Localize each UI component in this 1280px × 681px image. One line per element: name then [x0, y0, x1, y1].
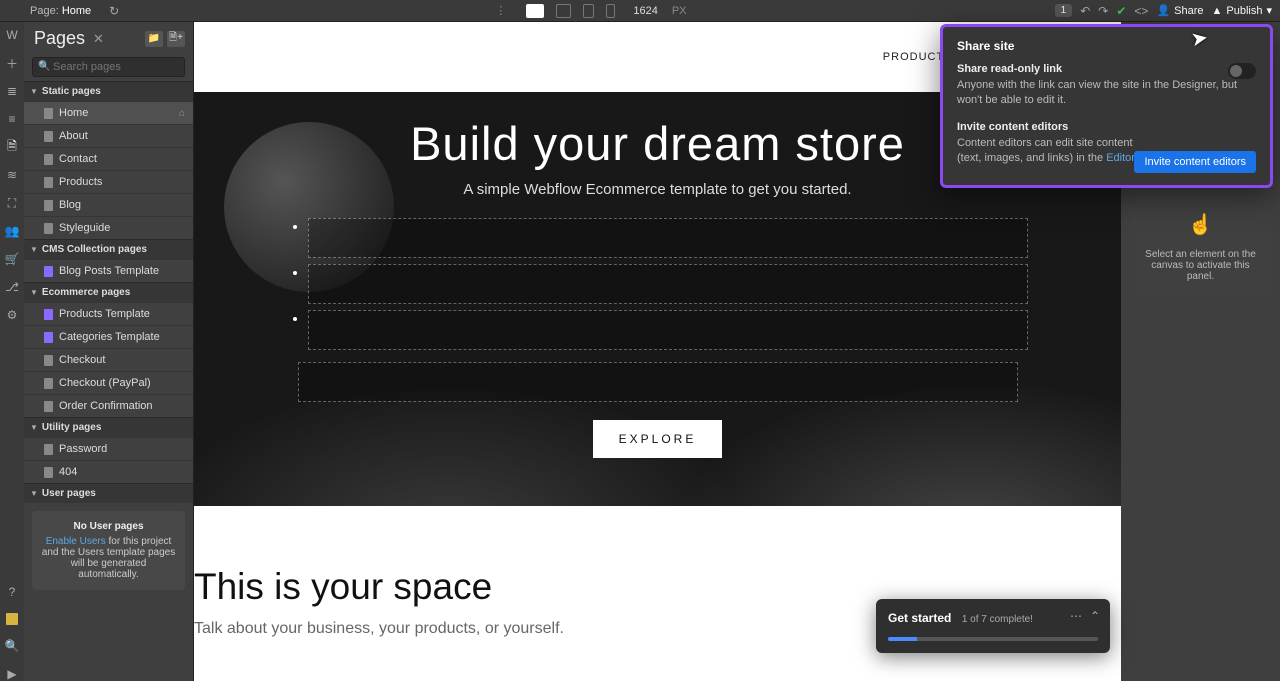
viewport-phone-icon[interactable]	[606, 4, 615, 18]
add-element-icon[interactable]: ＋	[5, 56, 19, 70]
page-item-home[interactable]: Home⌂	[24, 101, 193, 124]
undo-icon[interactable]: ↶	[1080, 4, 1090, 18]
hero-subtitle[interactable]: A simple Webflow Ecommerce template to g…	[463, 181, 851, 198]
navigator-icon[interactable]: ≣	[5, 84, 19, 98]
audit-icon[interactable]	[6, 613, 18, 625]
page-item-products[interactable]: Products	[24, 170, 193, 193]
new-page-button[interactable]: 🗎+	[167, 31, 185, 47]
group-utility-pages[interactable]: ▼Utility pages	[24, 417, 193, 437]
logic-icon[interactable]: ⎇	[5, 280, 19, 294]
help-icon[interactable]: ?	[5, 585, 19, 599]
share-readonly-title: Share read-only link	[957, 63, 1256, 75]
invite-editors-title: Invite content editors	[957, 121, 1256, 133]
hero-list[interactable]	[288, 212, 1028, 356]
group-static-pages[interactable]: ▼Static pages	[24, 81, 193, 101]
new-folder-button[interactable]: 📁	[145, 31, 163, 47]
search-icon[interactable]: 🔍	[5, 639, 19, 653]
publish-button[interactable]: ▲Publish ▾	[1212, 4, 1273, 17]
webflow-logo-icon[interactable]: W	[5, 28, 19, 42]
ecommerce-icon[interactable]: 🛒	[5, 252, 19, 266]
group-cms-pages[interactable]: ▼CMS Collection pages	[24, 239, 193, 259]
share-readonly-desc: Anyone with the link can view the site i…	[957, 78, 1256, 109]
current-page-name[interactable]: Home	[62, 5, 91, 17]
notification-badge[interactable]: 1	[1055, 4, 1073, 17]
page-item-products-template[interactable]: Products Template	[24, 302, 193, 325]
no-user-pages-notice: No User pages Enable Users for this proj…	[32, 511, 185, 590]
tutorial-title: Get started	[888, 611, 951, 625]
chevron-down-icon: ▾	[1266, 4, 1272, 17]
share-readonly-toggle[interactable]	[1228, 63, 1256, 79]
users-icon[interactable]: ⛶	[5, 196, 19, 210]
hero-title[interactable]: Build your dream store	[410, 116, 905, 171]
explore-button[interactable]: EXPLORE	[593, 420, 723, 458]
code-icon[interactable]: <>	[1134, 4, 1148, 18]
canvas-unit: PX	[672, 5, 687, 17]
editor-link[interactable]: Editor	[1106, 152, 1134, 164]
invite-content-editors-button[interactable]: Invite content editors	[1134, 151, 1256, 173]
viewport-desktop-icon[interactable]	[526, 4, 544, 18]
page-item-password[interactable]: Password	[24, 437, 193, 460]
video-icon[interactable]: ▶	[5, 667, 19, 681]
status-ok-icon[interactable]: ✔	[1116, 4, 1126, 18]
page-item-blog[interactable]: Blog	[24, 193, 193, 216]
chevron-down-icon: ▼	[30, 288, 38, 297]
pages-panel-title: Pages	[34, 28, 85, 49]
tutorial-more-icon[interactable]: ⋯	[1070, 609, 1082, 623]
page-item-order-confirmation[interactable]: Order Confirmation	[24, 394, 193, 417]
more-menu-icon[interactable]: ⋮	[487, 4, 514, 17]
page-item-about[interactable]: About	[24, 124, 193, 147]
group-ecommerce-pages[interactable]: ▼Ecommerce pages	[24, 282, 193, 302]
tutorial-collapse-icon[interactable]: ⌃	[1090, 609, 1100, 623]
chevron-down-icon: ▼	[30, 245, 38, 254]
settings-icon[interactable]: ⚙	[5, 308, 19, 322]
share-site-popover: Share site Share read-only link Anyone w…	[940, 24, 1273, 188]
search-icon: 🔍	[38, 61, 50, 72]
viewport-tablet-landscape-icon[interactable]	[583, 4, 594, 18]
hero-full-box[interactable]	[298, 362, 1018, 402]
page-item-styleguide[interactable]: Styleguide	[24, 216, 193, 239]
page-label: Page: Home	[0, 5, 99, 17]
chevron-down-icon: ▼	[30, 423, 38, 432]
enable-users-link[interactable]: Enable Users	[46, 536, 106, 547]
pages-panel: Pages ✕ 📁 🗎+ 🔍 ▼Static pages Home⌂ About…	[24, 22, 194, 681]
assets-icon[interactable]: 👥	[5, 224, 19, 238]
page-item-checkout-paypal[interactable]: Checkout (PayPal)	[24, 371, 193, 394]
hero-list-item[interactable]	[308, 218, 1028, 258]
pages-search-input[interactable]	[32, 57, 185, 77]
share-button[interactable]: 👤Share	[1156, 4, 1203, 17]
hero-list-item[interactable]	[308, 310, 1028, 350]
hero-list-item[interactable]	[308, 264, 1028, 304]
top-bar: Page: Home ↻ ⋮ 1624 PX 1 ↶ ↷ ✔ <> 👤Share…	[0, 0, 1280, 22]
pointer-icon: ☝	[1141, 212, 1260, 237]
viewport-tablet-icon[interactable]	[556, 4, 571, 18]
chevron-down-icon: ▼	[30, 489, 38, 498]
chevron-down-icon: ▼	[30, 87, 38, 96]
home-icon: ⌂	[179, 108, 185, 119]
tutorial-progress-bar	[888, 637, 1098, 641]
user-icon: 👤	[1156, 4, 1170, 17]
components-icon[interactable]: ≡	[5, 112, 19, 126]
page-item-contact[interactable]: Contact	[24, 147, 193, 170]
cms-icon[interactable]: ≋	[5, 168, 19, 182]
left-tool-rail: W ＋ ≣ ≡ 🗎 ≋ ⛶ 👥 🛒 ⎇ ⚙ ? 🔍 ▶	[0, 22, 24, 681]
tutorial-progress-label: 1 of 7 complete!	[962, 614, 1033, 625]
refresh-icon[interactable]: ↻	[109, 4, 119, 18]
group-user-pages[interactable]: ▼User pages	[24, 483, 193, 503]
page-item-404[interactable]: 404	[24, 460, 193, 483]
tutorial-card[interactable]: Get started 1 of 7 complete! ⋯ ⌃	[876, 599, 1110, 653]
page-item-blog-template[interactable]: Blog Posts Template	[24, 259, 193, 282]
page-item-categories-template[interactable]: Categories Template	[24, 325, 193, 348]
page-item-checkout[interactable]: Checkout	[24, 348, 193, 371]
close-panel-icon[interactable]: ✕	[93, 31, 104, 47]
redo-icon[interactable]: ↷	[1098, 4, 1108, 18]
canvas-width[interactable]: 1624	[633, 5, 657, 17]
rocket-icon: ▲	[1212, 5, 1223, 17]
pages-icon[interactable]: 🗎	[5, 140, 19, 154]
share-popover-title: Share site	[943, 27, 1270, 63]
style-panel-placeholder: ☝ Select an element on the canvas to act…	[1131, 182, 1270, 298]
